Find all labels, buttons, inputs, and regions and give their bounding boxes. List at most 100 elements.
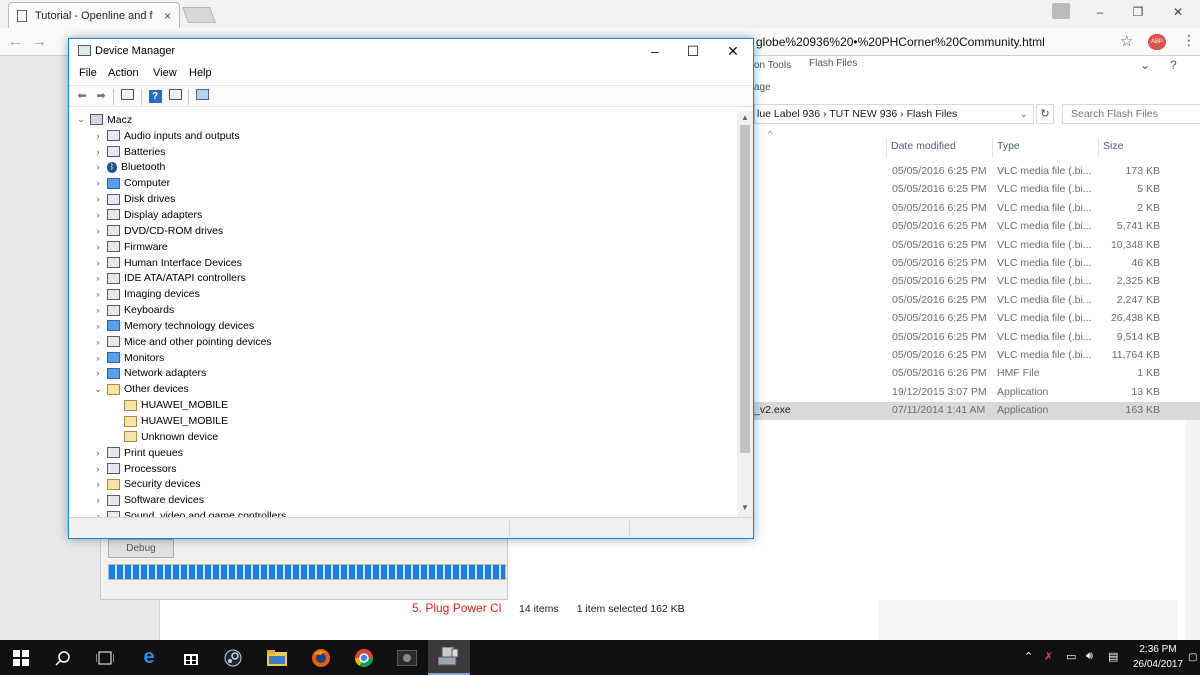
tree-category[interactable]: › IDE ATA/ATAPI controllers bbox=[92, 271, 246, 287]
device-manager-titlebar[interactable]: Device Manager – ☐ ✕ bbox=[69, 39, 753, 65]
file-row[interactable]: 05/05/2016 6:25 PM VLC media file (.bi...… bbox=[754, 292, 1200, 310]
scan-hardware-icon[interactable] bbox=[194, 89, 210, 104]
chevron-right-icon[interactable]: › bbox=[92, 273, 104, 283]
file-row[interactable]: 05/05/2016 6:26 PM HMF File 1 KB bbox=[754, 365, 1200, 383]
file-row[interactable]: 05/05/2016 6:25 PM VLC media file (.bi...… bbox=[754, 255, 1200, 273]
chevron-right-icon[interactable]: › bbox=[92, 321, 104, 331]
chevron-right-icon[interactable]: › bbox=[92, 479, 104, 489]
browser-close-button[interactable]: ✕ bbox=[1160, 0, 1196, 24]
tree-category[interactable]: › Mice and other pointing devices bbox=[92, 334, 272, 350]
chevron-right-icon[interactable]: › bbox=[92, 162, 104, 172]
tree-category[interactable]: › Audio inputs and outputs bbox=[92, 128, 240, 144]
forward-arrow-icon[interactable]: ➡ bbox=[93, 89, 109, 104]
file-row[interactable]: 05/05/2016 6:25 PM VLC media file (.bi...… bbox=[754, 237, 1200, 255]
file-row[interactable]: 05/05/2016 6:25 PM VLC media file (.bi...… bbox=[754, 200, 1200, 218]
chevron-right-icon[interactable]: › bbox=[92, 289, 104, 299]
column-size[interactable]: Size bbox=[1098, 138, 1168, 158]
steam-icon[interactable] bbox=[212, 640, 254, 675]
device-manager-taskbar-icon[interactable] bbox=[428, 640, 470, 675]
edge-icon[interactable]: e bbox=[128, 640, 170, 675]
file-row[interactable]: _v2.exe 07/11/2014 1:41 AM Application 163 … bbox=[754, 402, 1200, 421]
input-method-icon[interactable]: ▤ bbox=[1108, 650, 1118, 663]
taskbar-clock[interactable]: 2:36 PM 26/04/2017 bbox=[1130, 642, 1186, 672]
file-row[interactable]: 05/05/2016 6:25 PM VLC media file (.bi...… bbox=[754, 329, 1200, 347]
file-row[interactable]: 05/05/2016 6:25 PM VLC media file (.bi...… bbox=[754, 310, 1200, 328]
properties-icon[interactable] bbox=[167, 89, 183, 104]
forward-icon[interactable]: → bbox=[32, 33, 47, 50]
battery-icon[interactable]: ▭ bbox=[1066, 650, 1076, 663]
tree-category[interactable]: › Keyboards bbox=[92, 302, 175, 318]
chevron-right-icon[interactable]: › bbox=[92, 353, 104, 363]
chevron-right-icon[interactable]: › bbox=[92, 305, 104, 315]
browser-tab[interactable]: Tutorial - Openline and f × bbox=[8, 2, 180, 28]
tree-category[interactable]: › Memory technology devices bbox=[92, 318, 255, 334]
column-date-modified[interactable]: Date modified bbox=[886, 138, 991, 158]
tree-category[interactable]: › Network adapters bbox=[92, 366, 207, 382]
new-tab-button[interactable] bbox=[182, 7, 216, 23]
chevron-right-icon[interactable]: › bbox=[92, 258, 104, 268]
tree-category[interactable]: › Disk drives bbox=[92, 191, 176, 207]
tab-close-icon[interactable]: × bbox=[164, 9, 171, 23]
chevron-right-icon[interactable]: › bbox=[92, 131, 104, 141]
tree-category[interactable]: › Firmware bbox=[92, 239, 168, 255]
file-row[interactable]: 05/05/2016 6:25 PM VLC media file (.bi...… bbox=[754, 273, 1200, 291]
file-row[interactable]: 05/05/2016 6:25 PM VLC media file (.bi...… bbox=[754, 163, 1200, 181]
chevron-right-icon[interactable]: › bbox=[92, 448, 104, 458]
file-row[interactable]: 05/05/2016 6:25 PM VLC media file (.bi...… bbox=[754, 181, 1200, 199]
browser-minimize-button[interactable]: – bbox=[1082, 0, 1118, 24]
scroll-down-icon[interactable]: ▼ bbox=[737, 503, 753, 512]
file-row[interactable]: 05/05/2016 6:25 PM VLC media file (.bi...… bbox=[754, 218, 1200, 236]
store-icon[interactable] bbox=[170, 640, 212, 675]
file-row[interactable]: 19/12/2015 3:07 PM Application 13 KB bbox=[754, 384, 1200, 402]
chevron-right-icon[interactable]: › bbox=[92, 368, 104, 378]
menu-action[interactable]: Action bbox=[108, 67, 139, 79]
bookmark-star-icon[interactable]: ☆ bbox=[1120, 32, 1133, 50]
tree-category[interactable]: ⌄ Other devices bbox=[92, 381, 189, 397]
chevron-right-icon[interactable]: › bbox=[92, 178, 104, 188]
tree-category[interactable]: › Security devices bbox=[92, 477, 201, 493]
chevron-right-icon[interactable]: › bbox=[92, 147, 104, 157]
ribbon-tab-application-tools[interactable]: on Tools bbox=[754, 60, 791, 71]
chevron-down-icon[interactable]: ⌄ bbox=[75, 114, 87, 125]
maximize-button[interactable]: ☐ bbox=[673, 41, 713, 63]
start-button[interactable] bbox=[0, 640, 42, 675]
tree-category[interactable]: › Monitors bbox=[92, 350, 165, 366]
browser-menu-icon[interactable]: ⋮ bbox=[1182, 32, 1196, 49]
network-warning-icon[interactable]: ✗ bbox=[1044, 650, 1053, 663]
address-bar-text[interactable]: globe%20936%20•%20PHCorner%20Community.h… bbox=[756, 35, 1045, 49]
tree-category[interactable]: › DVD/CD-ROM drives bbox=[92, 223, 224, 239]
minimize-button[interactable]: – bbox=[635, 41, 675, 63]
ribbon-tab-manage[interactable]: age bbox=[754, 82, 771, 93]
volume-icon[interactable]: 🔊︎ bbox=[1086, 650, 1093, 663]
chevron-right-icon[interactable]: › bbox=[92, 226, 104, 236]
tree-category[interactable]: › Batteries bbox=[92, 144, 166, 160]
help-icon[interactable]: ? bbox=[147, 89, 163, 104]
chevron-right-icon[interactable]: › bbox=[92, 495, 104, 505]
file-row[interactable]: 05/05/2016 6:25 PM VLC media file (.bi...… bbox=[754, 347, 1200, 365]
notification-icon[interactable]: ▢ bbox=[1188, 652, 1197, 663]
search-icon[interactable] bbox=[42, 640, 84, 675]
tree-category[interactable]: › Print queues bbox=[92, 445, 183, 461]
show-hidden-icons-icon[interactable]: ⌃ bbox=[1024, 650, 1033, 663]
profile-icon[interactable] bbox=[1052, 3, 1070, 19]
refresh-icon[interactable]: ↻ bbox=[1036, 104, 1054, 124]
adblock-extension-icon[interactable]: ABP bbox=[1148, 34, 1166, 50]
tree-category[interactable]: › Software devices bbox=[92, 492, 204, 508]
file-explorer-icon[interactable] bbox=[256, 640, 298, 675]
explorer-breadcrumb[interactable]: lue Label 936 › TUT NEW 936 › Flash File… bbox=[754, 104, 1034, 124]
menu-view[interactable]: View bbox=[153, 67, 177, 79]
explorer-help-icon[interactable]: ⌄ bbox=[1140, 58, 1150, 72]
tree-category[interactable]: › Processors bbox=[92, 461, 177, 477]
tree-device[interactable]: HUAWEI_MOBILE bbox=[109, 397, 228, 413]
tree-category[interactable]: › Sound, video and game controllers bbox=[92, 508, 286, 517]
close-button[interactable]: ✕ bbox=[713, 41, 753, 63]
menu-file[interactable]: File bbox=[79, 67, 97, 79]
tree-scrollbar[interactable]: ▲ ▼ bbox=[737, 111, 753, 517]
scrollbar-thumb[interactable] bbox=[740, 125, 750, 453]
chrome-icon[interactable] bbox=[343, 640, 385, 675]
tree-category[interactable]: › Imaging devices bbox=[92, 286, 200, 302]
task-view-icon[interactable] bbox=[84, 640, 126, 675]
address-dropdown-icon[interactable]: ⌄ bbox=[1020, 104, 1028, 124]
tree-category[interactable]: › Display adapters bbox=[92, 207, 203, 223]
column-type[interactable]: Type bbox=[992, 138, 1097, 158]
